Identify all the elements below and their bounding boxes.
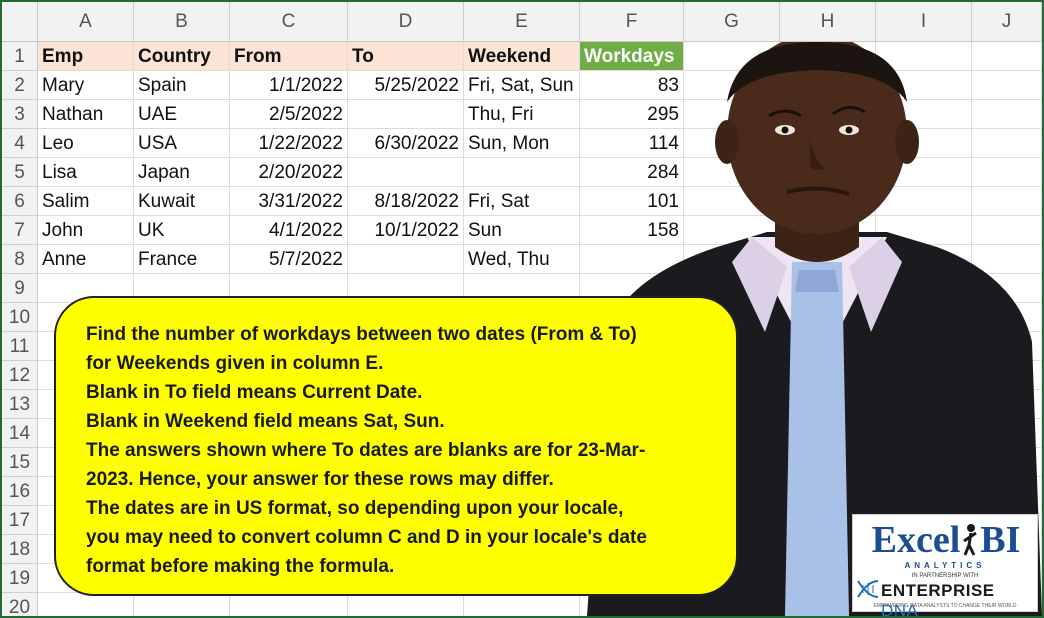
- row-header[interactable]: 4: [2, 129, 38, 158]
- row-header[interactable]: 14: [2, 419, 38, 448]
- table-cell[interactable]: UAE: [134, 100, 230, 129]
- table-cell[interactable]: 1/22/2022: [230, 129, 348, 158]
- row-header[interactable]: 8: [2, 245, 38, 274]
- table-cell[interactable]: Fri, Sat, Sun: [464, 71, 580, 100]
- row-header[interactable]: 1: [2, 42, 38, 71]
- column-header-c[interactable]: C: [230, 2, 348, 42]
- instructions-callout: Find the number of workdays between two …: [54, 296, 738, 596]
- table-cell[interactable]: 8/18/2022: [348, 187, 464, 216]
- logo-partner-text: ENTERPRISE: [881, 581, 995, 600]
- logo-brand: Excel BI: [859, 517, 1033, 563]
- empty-cell[interactable]: [134, 593, 230, 616]
- table-header-cell[interactable]: To: [348, 42, 464, 71]
- table-header-cell[interactable]: Emp: [38, 42, 134, 71]
- table-cell[interactable]: 3/31/2022: [230, 187, 348, 216]
- row-header[interactable]: 9: [2, 274, 38, 303]
- table-cell[interactable]: 6/30/2022: [348, 129, 464, 158]
- excel-bi-logo: Excel BI ANALYTICS IN PARTNERSHIP WITH E…: [852, 514, 1038, 616]
- callout-line: 2023. Hence, your answer for these rows …: [86, 469, 554, 490]
- row-header[interactable]: 6: [2, 187, 38, 216]
- row-header[interactable]: 20: [2, 593, 38, 616]
- table-header-cell[interactable]: Weekend: [464, 42, 580, 71]
- callout-line: you may need to convert column C and D i…: [86, 527, 647, 548]
- table-cell[interactable]: Mary: [38, 71, 134, 100]
- column-header-a[interactable]: A: [38, 2, 134, 42]
- table-cell[interactable]: Sun: [464, 216, 580, 245]
- table-cell[interactable]: 4/1/2022: [230, 216, 348, 245]
- row-header[interactable]: 5: [2, 158, 38, 187]
- row-header[interactable]: 12: [2, 361, 38, 390]
- table-cell[interactable]: Sun, Mon: [464, 129, 580, 158]
- row-header[interactable]: 11: [2, 332, 38, 361]
- callout-line: format before making the formula.: [86, 556, 395, 577]
- callout-line: Find the number of workdays between two …: [86, 324, 637, 345]
- callout-line: Blank in Weekend field means Sat, Sun.: [86, 411, 445, 432]
- table-cell[interactable]: Japan: [134, 158, 230, 187]
- empty-cell[interactable]: [38, 593, 134, 616]
- column-header-e[interactable]: E: [464, 2, 580, 42]
- runner-figure-icon: [963, 524, 978, 556]
- column-header-f[interactable]: F: [580, 2, 684, 42]
- row-header[interactable]: 15: [2, 448, 38, 477]
- table-cell[interactable]: 2/20/2022: [230, 158, 348, 187]
- table-cell[interactable]: 2/5/2022: [230, 100, 348, 129]
- column-header-h[interactable]: H: [780, 2, 876, 42]
- row-header[interactable]: 17: [2, 506, 38, 535]
- row-header[interactable]: 10: [2, 303, 38, 332]
- table-cell[interactable]: [348, 158, 464, 187]
- table-cell[interactable]: Thu, Fri: [464, 100, 580, 129]
- table-cell[interactable]: Nathan: [38, 100, 134, 129]
- row-header[interactable]: 19: [2, 564, 38, 593]
- row-header[interactable]: 16: [2, 477, 38, 506]
- table-cell[interactable]: [464, 158, 580, 187]
- table-cell[interactable]: Anne: [38, 245, 134, 274]
- table-cell[interactable]: John: [38, 216, 134, 245]
- table-cell[interactable]: 1/1/2022: [230, 71, 348, 100]
- callout-line: Blank in To field means Current Date.: [86, 382, 423, 403]
- column-header-d[interactable]: D: [348, 2, 464, 42]
- table-cell[interactable]: Leo: [38, 129, 134, 158]
- table-cell[interactable]: USA: [134, 129, 230, 158]
- table-header-cell[interactable]: From: [230, 42, 348, 71]
- logo-brand-text: Excel: [871, 519, 961, 561]
- empty-cell[interactable]: [230, 593, 348, 616]
- table-cell[interactable]: 5/25/2022: [348, 71, 464, 100]
- column-header-i[interactable]: I: [876, 2, 972, 42]
- column-header-g[interactable]: G: [684, 2, 780, 42]
- row-header[interactable]: 13: [2, 390, 38, 419]
- table-cell[interactable]: 5/7/2022: [230, 245, 348, 274]
- logo-partner: ENTERPRISE DNA: [881, 581, 1037, 616]
- column-header-j[interactable]: J: [972, 2, 1042, 42]
- table-cell[interactable]: UK: [134, 216, 230, 245]
- table-cell[interactable]: [348, 100, 464, 129]
- callout-line: for Weekends given in column E.: [86, 353, 384, 374]
- callout-line: The answers shown where To dates are bla…: [86, 440, 646, 461]
- table-cell[interactable]: 10/1/2022: [348, 216, 464, 245]
- table-cell[interactable]: Wed, Thu: [464, 245, 580, 274]
- empty-cell[interactable]: [348, 593, 464, 616]
- row-header[interactable]: 18: [2, 535, 38, 564]
- empty-cell[interactable]: [464, 593, 580, 616]
- logo-subtitle: ANALYTICS: [904, 561, 986, 570]
- callout-line: The dates are in US format, so depending…: [86, 498, 624, 519]
- select-all-corner[interactable]: [2, 2, 38, 42]
- row-header[interactable]: 3: [2, 100, 38, 129]
- row-header[interactable]: 2: [2, 71, 38, 100]
- column-header-b[interactable]: B: [134, 2, 230, 42]
- dna-helix-icon: [857, 580, 879, 598]
- table-cell[interactable]: Kuwait: [134, 187, 230, 216]
- table-header-cell[interactable]: Country: [134, 42, 230, 71]
- worksheet-frame: A B C D E F G H I J 1 2 3 4 5 6 7 8 9 10 11 12 13 14 1…: [0, 0, 1044, 618]
- table-cell[interactable]: Salim: [38, 187, 134, 216]
- table-cell[interactable]: Lisa: [38, 158, 134, 187]
- table-cell[interactable]: France: [134, 245, 230, 274]
- logo-tagline: EMPOWERING DATA ANALYSTS TO CHANGE THEIR…: [873, 603, 1017, 609]
- table-cell[interactable]: Spain: [134, 71, 230, 100]
- table-cell[interactable]: Fri, Sat: [464, 187, 580, 216]
- table-cell[interactable]: [348, 245, 464, 274]
- logo-partnership: IN PARTNERSHIP WITH: [911, 573, 979, 579]
- row-header[interactable]: 7: [2, 216, 38, 245]
- logo-brand-suffix: BI: [980, 519, 1021, 561]
